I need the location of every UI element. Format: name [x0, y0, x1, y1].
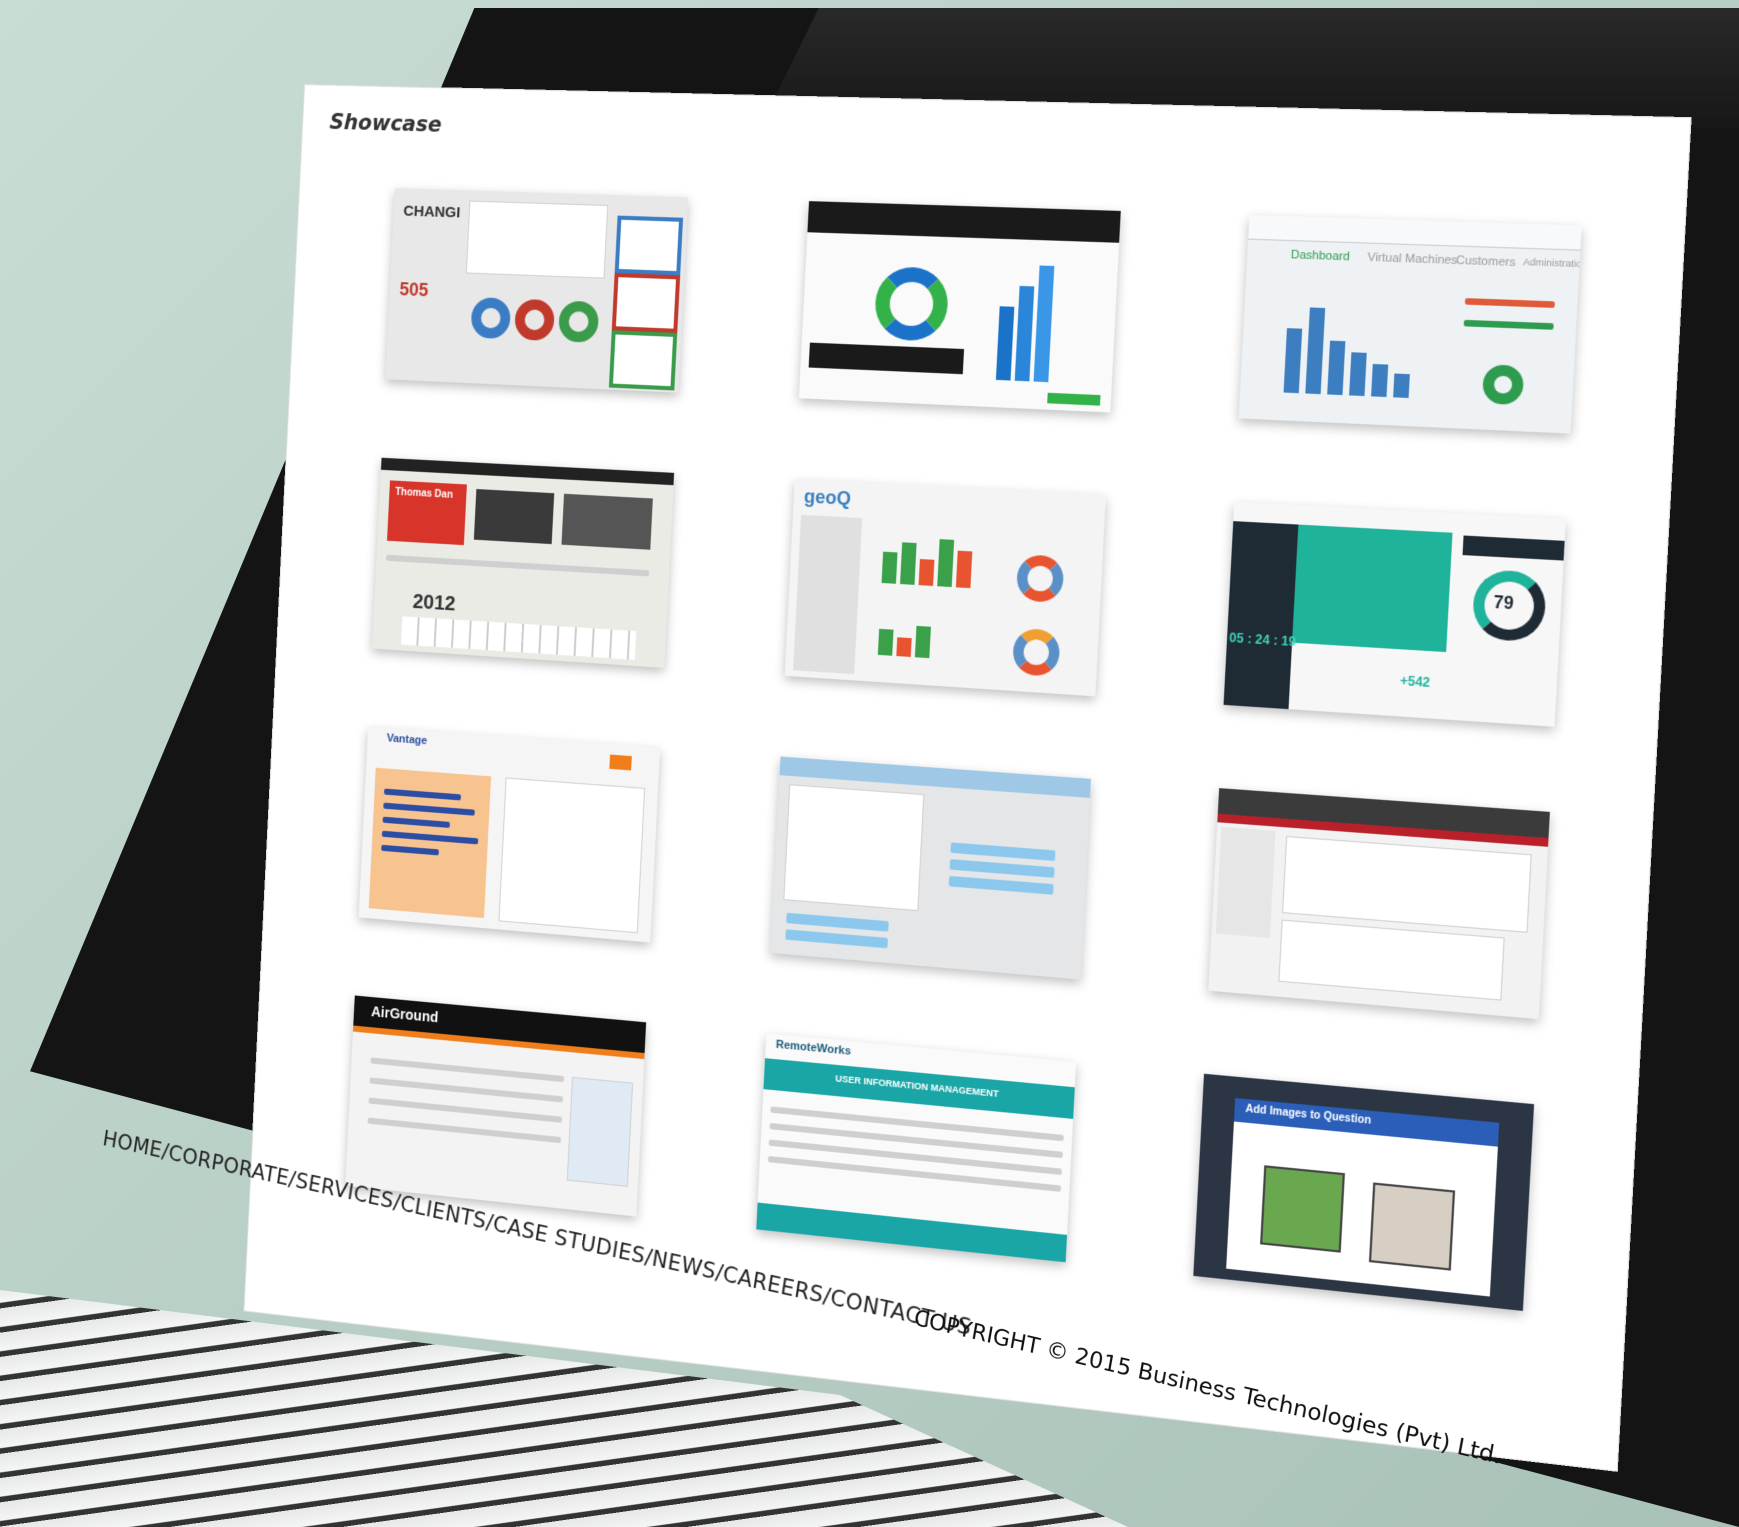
showcase-grid: CHANGI 505 Dashboard Virtual Machines Cu… [345, 188, 1582, 1311]
tile-menu-item: Dashboard [1290, 248, 1351, 264]
tile-logo: RemoteWorks [775, 1038, 852, 1058]
pie-chart [1011, 627, 1061, 677]
showcase-tile-geoq-dashboard[interactable]: geoQ [784, 479, 1106, 697]
gauge-ring [1481, 364, 1525, 406]
summary-card [614, 215, 684, 276]
summary-card [608, 330, 678, 391]
sidebar-panel [793, 514, 863, 675]
list-panel [783, 784, 925, 912]
form-button [949, 859, 1055, 878]
bar-mark [1371, 363, 1389, 398]
copyright-text: COPYRIGHT © 2015 Business Technologies (… [912, 1305, 1504, 1470]
table-row [768, 1139, 1063, 1176]
showcase-tile-airground-app[interactable]: AirGround [345, 995, 647, 1217]
kpi-strip [808, 342, 965, 375]
footer-link-home[interactable]: HOME [101, 1126, 163, 1162]
list-panel [498, 777, 646, 934]
showcase-tile-vantage-report[interactable]: Vantage [358, 726, 661, 943]
pie-chart [1015, 554, 1065, 604]
showcase-tile-remoteworks-user-management[interactable]: RemoteWorks USER INFORMATION MANAGEMENT [756, 1033, 1077, 1263]
image-thumb [1260, 1165, 1345, 1253]
tile-header-bar [380, 457, 675, 486]
line-chart-panel [465, 200, 609, 279]
calendar-grid [401, 616, 637, 660]
status-badge [609, 754, 632, 771]
tile-figure: 505 [399, 279, 429, 301]
side-panel [566, 1076, 634, 1187]
photo-thumb [561, 493, 653, 550]
progress-line [1464, 298, 1555, 308]
table-panel [1282, 835, 1532, 933]
gauge-value: 79 [1493, 593, 1514, 614]
bar-mark [995, 306, 1015, 381]
table-row [767, 1155, 1062, 1192]
form-row [368, 1097, 563, 1123]
tile-logo: Vantage [386, 732, 428, 748]
footer-bar [756, 1202, 1068, 1263]
bar-mark [1327, 340, 1346, 396]
showcase-tile-teal-dashboard[interactable]: 05 : 24 : 19 79 +542 [1223, 501, 1566, 727]
form-row [370, 1057, 565, 1083]
bar-mark [877, 628, 894, 656]
donut-chart [873, 265, 950, 342]
form-button [948, 875, 1054, 895]
tile-header-bar [1248, 214, 1582, 251]
photo-thumb [473, 489, 555, 545]
footer-link-news[interactable]: NEWS [650, 1246, 717, 1284]
bar-mark [1014, 285, 1035, 382]
form-row [367, 1117, 562, 1144]
bar-mark [1283, 328, 1303, 394]
bar-mark [1393, 373, 1410, 399]
widget-header [1462, 535, 1565, 561]
showcase-tile-changi-dashboard[interactable]: CHANGI 505 [385, 188, 689, 393]
bar-mark [1033, 265, 1055, 383]
bar-mark [955, 550, 973, 589]
footer-link-corporate[interactable]: CORPORATE [167, 1141, 291, 1191]
tile-logo: geoQ [803, 485, 852, 510]
form-button [950, 842, 1056, 861]
footer-link-case-studies[interactable]: CASE STUDIES [491, 1211, 646, 1268]
form-row [369, 1077, 564, 1103]
tile-logo: CHANGI [403, 202, 461, 222]
form-button [785, 929, 888, 949]
input-line [386, 554, 650, 577]
form-button [786, 912, 889, 932]
gauge-ring [514, 298, 556, 342]
tile-menu-item: Virtual Machines [1367, 251, 1458, 268]
bar-mark [896, 637, 912, 657]
stat-value: +542 [1399, 673, 1431, 691]
showcase-tile-blue-form-app[interactable] [770, 756, 1091, 980]
page-title: Showcase [329, 109, 443, 137]
progress-line [1463, 319, 1554, 330]
tile-header-bar [807, 201, 1121, 243]
web-page: Showcase CHANGI 505 Dashboard Virtual Ma… [101, 85, 1691, 1471]
tile-menu-item: Customers [1455, 254, 1516, 270]
image-thumb [1368, 1182, 1456, 1271]
detail-panel [1278, 919, 1505, 1001]
gauge-ring [557, 300, 600, 343]
bar-mark [1349, 352, 1367, 397]
bar-mark [881, 551, 898, 584]
showcase-tile-profile-schedule-page[interactable]: Thomas Dan 2012 [372, 457, 675, 668]
bar-mark [1305, 307, 1326, 395]
bar-mark [937, 539, 955, 588]
summary-card [611, 272, 681, 333]
bar-mark [900, 542, 917, 585]
showcase-tile-questions-images-dialog[interactable]: Add Images to Question [1193, 1073, 1535, 1311]
sidebar-panel [1223, 521, 1299, 710]
bar-mark [918, 558, 935, 586]
footer-link-careers[interactable]: CAREERS [721, 1262, 825, 1308]
gauge-ring [470, 297, 512, 340]
table-row [769, 1122, 1063, 1159]
showcase-tile-company-overview-dashboard[interactable] [798, 201, 1121, 413]
showcase-tile-red-admin-portal[interactable] [1208, 788, 1550, 1020]
showcase-tile-green-admin-dashboard[interactable]: Dashboard Virtual Machines Customers Adm… [1238, 214, 1582, 434]
sidebar-panel [1215, 826, 1276, 938]
bar-mark [914, 625, 931, 659]
chart-card [1292, 524, 1453, 653]
tile-menu-item: Administration [1522, 256, 1582, 270]
status-badge [1047, 392, 1101, 406]
calendar-year: 2012 [412, 590, 457, 616]
photo-scene: Showcase CHANGI 505 Dashboard Virtual Ma… [0, 0, 1739, 1527]
